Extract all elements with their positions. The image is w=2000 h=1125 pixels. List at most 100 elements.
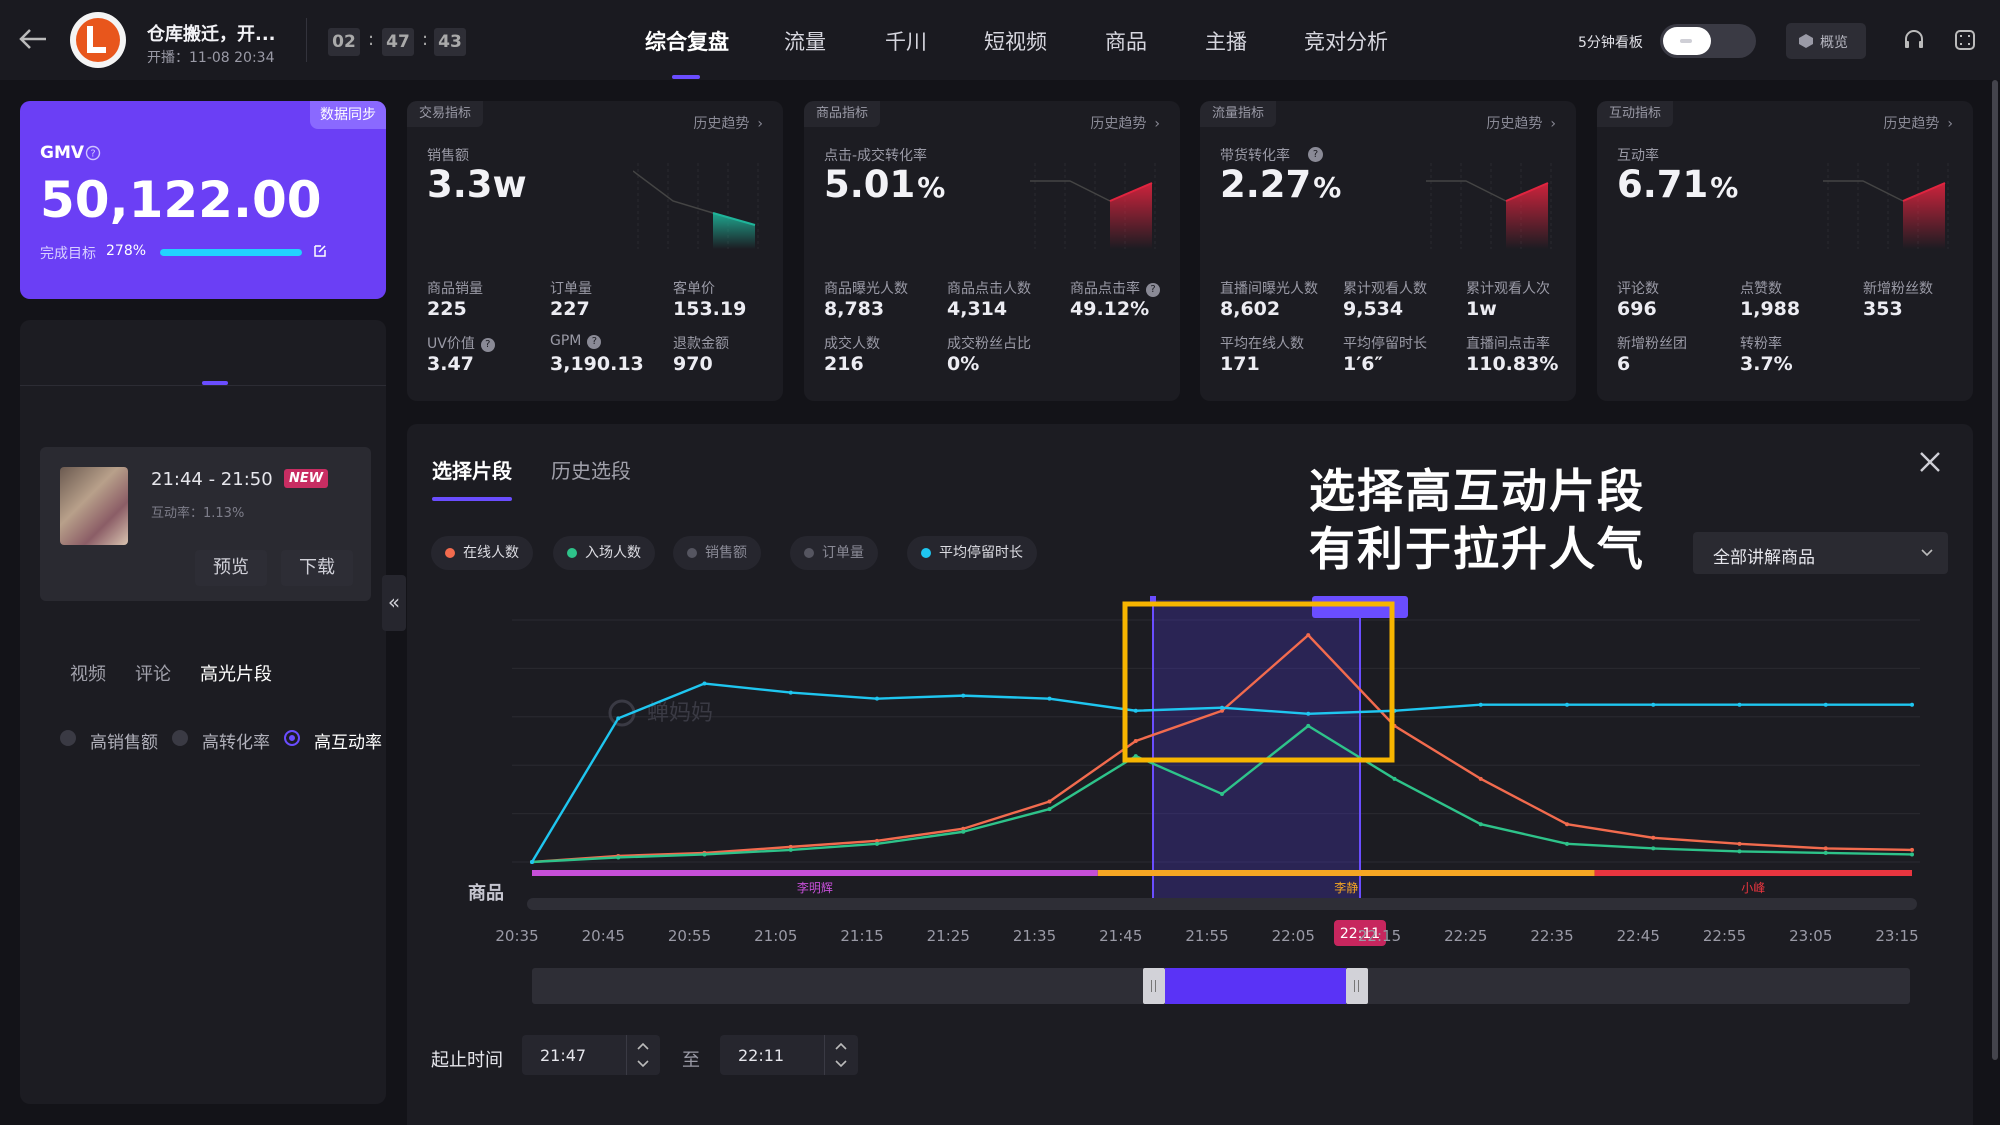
legend-item[interactable]: 入场人数	[553, 536, 655, 570]
series-point[interactable]	[1220, 791, 1224, 796]
close-icon[interactable]	[1917, 449, 1943, 475]
end-time-input[interactable]: 22:11	[720, 1035, 858, 1075]
help-icon[interactable]: ?	[1146, 283, 1160, 297]
series-point[interactable]	[875, 696, 879, 701]
legend-item[interactable]: 订单量	[790, 536, 878, 570]
legend-item[interactable]: 销售额	[673, 536, 761, 570]
series-point[interactable]	[1392, 776, 1397, 781]
overlay-caption-line2: 有利于拉升人气	[1309, 522, 1645, 576]
nav-tab[interactable]: 千川	[885, 26, 927, 56]
series-point[interactable]	[1306, 633, 1311, 638]
series-point[interactable]	[961, 693, 966, 698]
product-segment[interactable]	[532, 870, 1098, 876]
series-point[interactable]	[1910, 702, 1914, 707]
series-point[interactable]	[1047, 696, 1052, 701]
left-tab[interactable]: 高光片段	[200, 660, 272, 686]
page-scrollbar[interactable]	[1992, 80, 1998, 1060]
back-arrow-icon[interactable]	[18, 27, 48, 51]
fullscreen-icon[interactable]	[1953, 28, 1977, 52]
series-point[interactable]	[1306, 711, 1311, 716]
download-button[interactable]: 下载	[281, 550, 353, 586]
series-point[interactable]	[1737, 702, 1742, 707]
collapse-panel-button[interactable]: «	[382, 575, 406, 631]
segment-tab[interactable]: 选择片段	[432, 455, 512, 484]
shop-avatar[interactable]	[70, 12, 126, 68]
nav-tab[interactable]: 竞对分析	[1304, 26, 1388, 56]
series-point[interactable]	[1737, 849, 1742, 854]
overview-button[interactable]: 概览	[1786, 23, 1866, 59]
series-point[interactable]	[1823, 846, 1828, 851]
history-trend-link[interactable]: 历史趋势 ›	[1090, 113, 1160, 133]
headset-icon[interactable]	[1902, 28, 1926, 52]
series-point[interactable]	[1651, 835, 1656, 840]
help-icon[interactable]: ?	[85, 145, 101, 161]
legend-item[interactable]: 平均停留时长	[907, 536, 1037, 570]
help-icon[interactable]: ?	[587, 335, 602, 349]
time-range-slider[interactable]	[532, 968, 1910, 1004]
time-range-selection[interactable]	[1165, 968, 1346, 1004]
series-point[interactable]	[1478, 776, 1483, 781]
series-point[interactable]	[1133, 708, 1138, 713]
nav-tab[interactable]: 商品	[1105, 26, 1147, 56]
stepper-icon[interactable]	[834, 1039, 848, 1071]
series-point[interactable]	[1651, 846, 1656, 851]
stepper-icon[interactable]	[636, 1039, 650, 1071]
nav-tab[interactable]: 短视频	[984, 26, 1047, 56]
help-icon[interactable]: ?	[1308, 147, 1323, 162]
series-point[interactable]	[961, 829, 966, 834]
series-point[interactable]	[1651, 702, 1656, 707]
series-point[interactable]	[1565, 702, 1569, 707]
help-icon[interactable]: ?	[480, 338, 495, 352]
metric-label: 商品曝光人数	[824, 281, 908, 297]
nav-tab[interactable]: 流量	[784, 26, 826, 56]
data-sync-badge[interactable]: 数据同步	[310, 101, 386, 129]
series-point[interactable]	[1565, 841, 1569, 846]
series-point[interactable]	[1133, 739, 1138, 743]
series-point[interactable]	[1823, 850, 1828, 855]
card-tag: 商品指标	[804, 101, 881, 127]
series-point[interactable]	[788, 690, 793, 695]
series-point[interactable]	[616, 716, 621, 721]
series-point[interactable]	[616, 855, 621, 860]
series-point[interactable]	[1047, 807, 1052, 812]
nav-tab[interactable]: 综合复盘	[645, 26, 729, 56]
product-segment[interactable]	[1594, 870, 1912, 876]
segment-tab[interactable]: 历史选段	[551, 455, 631, 484]
product-track[interactable]	[527, 898, 1917, 910]
product-filter-dropdown[interactable]: 全部讲解商品	[1693, 532, 1948, 574]
start-time-input[interactable]: 21:47	[522, 1035, 660, 1075]
series-point[interactable]	[1823, 702, 1828, 707]
series-point[interactable]	[702, 852, 707, 857]
edit-icon[interactable]	[312, 243, 328, 259]
series-point[interactable]	[1910, 847, 1914, 852]
range-handle-end[interactable]	[1345, 968, 1368, 1004]
board-toggle[interactable]	[1660, 24, 1756, 58]
series-point[interactable]	[1306, 723, 1311, 728]
preview-button[interactable]: 预览	[195, 550, 267, 586]
selection-band[interactable]	[1153, 600, 1360, 908]
series-point[interactable]	[530, 860, 534, 864]
series-point[interactable]	[1478, 822, 1483, 827]
cube-icon	[1799, 34, 1813, 48]
nav-tab[interactable]: 主播	[1205, 26, 1247, 56]
series-point[interactable]	[1737, 841, 1742, 846]
history-trend-link[interactable]: 历史趋势 ›	[693, 113, 763, 133]
series-point[interactable]	[1047, 799, 1052, 804]
series-point[interactable]	[1910, 852, 1914, 857]
metric-value: 0%	[947, 353, 980, 375]
series-point[interactable]	[788, 847, 793, 852]
highlight-clip-card[interactable]: 21:44 - 21:50 NEW 互动率：1.13% 预览 下载	[40, 447, 371, 601]
clip-thumbnail[interactable]	[60, 467, 128, 545]
left-tab[interactable]: 评论	[135, 660, 171, 686]
product-segment[interactable]	[1097, 870, 1595, 876]
series-point[interactable]	[875, 841, 879, 846]
series-point[interactable]	[1220, 705, 1224, 710]
history-trend-link[interactable]: 历史趋势 ›	[1883, 113, 1953, 133]
series-point[interactable]	[1478, 702, 1483, 707]
history-trend-link[interactable]: 历史趋势 ›	[1486, 113, 1556, 133]
series-point[interactable]	[702, 681, 707, 686]
range-handle-start[interactable]	[1143, 968, 1166, 1004]
legend-item[interactable]: 在线人数	[431, 536, 533, 570]
series-point[interactable]	[1565, 822, 1569, 827]
left-tab[interactable]: 视频	[70, 660, 106, 686]
